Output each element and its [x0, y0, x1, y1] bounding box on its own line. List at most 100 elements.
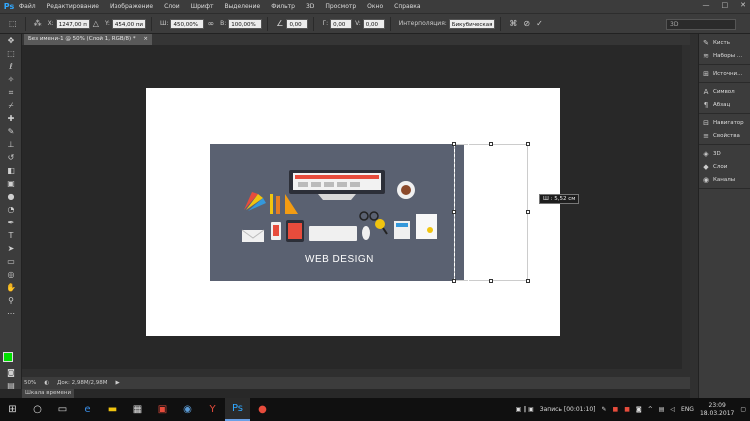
- transform-handle[interactable]: [452, 210, 456, 214]
- panel-paragraph[interactable]: ¶ Абзац: [699, 98, 750, 111]
- menu-edit[interactable]: Редактирование: [47, 3, 99, 10]
- volume-icon[interactable]: ◁: [670, 406, 675, 413]
- move-tool-icon[interactable]: ✥: [0, 34, 22, 47]
- minimize-button[interactable]: —: [703, 1, 710, 9]
- healing-tool-icon[interactable]: ✚: [0, 112, 22, 125]
- layer-image[interactable]: WEB DESIGN: [210, 144, 464, 281]
- x-field[interactable]: 1247,00 п: [55, 18, 90, 29]
- hskew-field[interactable]: 0,00: [330, 18, 353, 29]
- transform-handle[interactable]: [452, 142, 456, 146]
- marquee-tool-icon[interactable]: ⬚: [0, 47, 22, 60]
- menu-window[interactable]: Окно: [367, 3, 383, 10]
- windows-start-icon[interactable]: ⊞: [0, 398, 25, 421]
- lasso-tool-icon[interactable]: ℓ: [0, 60, 22, 73]
- menu-help[interactable]: Справка: [394, 3, 420, 10]
- edge-browser-icon[interactable]: e: [75, 398, 100, 421]
- system-clock[interactable]: 23:09 18.03.2017: [700, 402, 734, 418]
- angle-field[interactable]: 0,00: [286, 18, 309, 29]
- eraser-tool-icon[interactable]: ◧: [0, 164, 22, 177]
- search-icon[interactable]: ○: [25, 398, 50, 421]
- stamp-tool-icon[interactable]: ⊥: [0, 138, 22, 151]
- document-canvas[interactable]: WEB DESIGN Ш : 5,52 см: [146, 88, 580, 336]
- network-icon[interactable]: ▤: [659, 406, 665, 413]
- cancel-transform-icon[interactable]: ⊘: [523, 19, 530, 28]
- transform-handle[interactable]: [489, 142, 493, 146]
- task-view-icon[interactable]: ▭: [50, 398, 75, 421]
- menu-3d[interactable]: 3D: [306, 3, 314, 10]
- file-explorer-icon[interactable]: ▬: [100, 398, 125, 421]
- zoom-level[interactable]: 50%: [24, 380, 36, 386]
- language-indicator[interactable]: ENG: [681, 406, 694, 413]
- canvas-area[interactable]: WEB DESIGN Ш : 5,52 см: [22, 45, 690, 377]
- blur-tool-icon[interactable]: ●: [0, 190, 22, 203]
- quick-mask-icon[interactable]: ◙: [0, 366, 22, 379]
- menu-layers[interactable]: Слои: [164, 3, 180, 10]
- photoshop-taskbar-icon[interactable]: Ps: [225, 398, 250, 421]
- menu-view[interactable]: Просмотр: [325, 3, 356, 10]
- commit-transform-icon[interactable]: ✓: [536, 19, 543, 28]
- reference-point-icon[interactable]: ⁂: [34, 19, 42, 28]
- brush-tool-icon[interactable]: ✎: [0, 125, 22, 138]
- transform-tool-icon[interactable]: ⬚: [9, 19, 17, 28]
- menu-image[interactable]: Изображение: [110, 3, 153, 10]
- transform-handle[interactable]: [526, 210, 530, 214]
- camera-icon[interactable]: ◙: [636, 406, 642, 413]
- timeline-tab[interactable]: Шкала времени: [22, 389, 75, 398]
- y-field[interactable]: 454,00 пи: [111, 18, 147, 29]
- menu-file[interactable]: Файл: [19, 3, 36, 10]
- recorder-app-icon[interactable]: ●: [250, 398, 275, 421]
- close-button[interactable]: ✕: [740, 1, 746, 9]
- panel-channels[interactable]: ◉ Каналы: [699, 173, 750, 186]
- panel-3d[interactable]: ◈ 3D: [699, 147, 750, 160]
- shape-tool-icon[interactable]: ▭: [0, 255, 22, 268]
- 3d-tool-icon[interactable]: ◎: [0, 268, 22, 281]
- transform-handle[interactable]: [452, 279, 456, 283]
- magic-wand-tool-icon[interactable]: ✧: [0, 73, 22, 86]
- recording-controls-icon[interactable]: ▣ ‖ ▣: [516, 406, 534, 413]
- vskew-field[interactable]: 0,00: [362, 18, 385, 29]
- notifications-icon[interactable]: ▢: [740, 406, 746, 413]
- hand-tool-icon[interactable]: ✋: [0, 281, 22, 294]
- steam-icon[interactable]: ◉: [175, 398, 200, 421]
- width-field[interactable]: 450,00%: [170, 18, 205, 29]
- tray-chevron-icon[interactable]: ^: [648, 406, 653, 413]
- record-icon[interactable]: ■: [624, 406, 630, 413]
- panel-collapse-strip[interactable]: [690, 34, 698, 398]
- stop-recording-icon[interactable]: ■: [613, 406, 619, 413]
- panel-brush[interactable]: ✎ Кисть: [699, 36, 750, 49]
- menu-filter[interactable]: Фильтр: [271, 3, 295, 10]
- recording-timer[interactable]: Запись [00:01:10]: [540, 406, 596, 413]
- store-icon[interactable]: ▦: [125, 398, 150, 421]
- panel-properties[interactable]: ≡ Свойства: [699, 129, 750, 142]
- interpolation-select[interactable]: Бикубическая: [448, 18, 496, 29]
- close-tab-icon[interactable]: ×: [143, 36, 148, 42]
- foreground-color-swatch[interactable]: [3, 352, 13, 362]
- horizontal-scrollbar[interactable]: [22, 369, 690, 377]
- more-tools-icon[interactable]: ⋯: [0, 307, 22, 320]
- workspace-select[interactable]: 3D: [666, 19, 736, 30]
- panel-layers[interactable]: ◆ Слои: [699, 160, 750, 173]
- gift-app-icon[interactable]: ▣: [150, 398, 175, 421]
- screen-mode-icon[interactable]: ▤: [0, 379, 22, 392]
- panel-navigator[interactable]: ⊟ Навигатор: [699, 116, 750, 129]
- panel-character[interactable]: A Символ: [699, 85, 750, 98]
- link-icon[interactable]: ∞: [207, 19, 214, 28]
- status-info-icon[interactable]: ◐: [44, 380, 49, 386]
- transform-handle[interactable]: [526, 142, 530, 146]
- yandex-browser-icon[interactable]: Y: [200, 398, 225, 421]
- document-tab[interactable]: Без имени-1 @ 50% (Слой 1, RGB/8) * ×: [24, 34, 152, 45]
- crop-tool-icon[interactable]: ⌗: [0, 86, 22, 99]
- pen-tool-icon[interactable]: ✒: [0, 216, 22, 229]
- dodge-tool-icon[interactable]: ◔: [0, 203, 22, 216]
- path-selection-tool-icon[interactable]: ➤: [0, 242, 22, 255]
- maximize-button[interactable]: □: [722, 1, 729, 9]
- menu-type[interactable]: Шрифт: [191, 3, 214, 10]
- transform-handle[interactable]: [489, 279, 493, 283]
- transform-handle[interactable]: [526, 279, 530, 283]
- height-field[interactable]: 100,00%: [228, 18, 263, 29]
- status-menu-arrow-icon[interactable]: ▶: [115, 380, 119, 386]
- panel-brush-presets[interactable]: ≋ Наборы ...: [699, 49, 750, 62]
- zoom-tool-icon[interactable]: ⚲: [0, 294, 22, 307]
- menu-select[interactable]: Выделение: [224, 3, 260, 10]
- warp-icon[interactable]: ⌘: [509, 19, 517, 28]
